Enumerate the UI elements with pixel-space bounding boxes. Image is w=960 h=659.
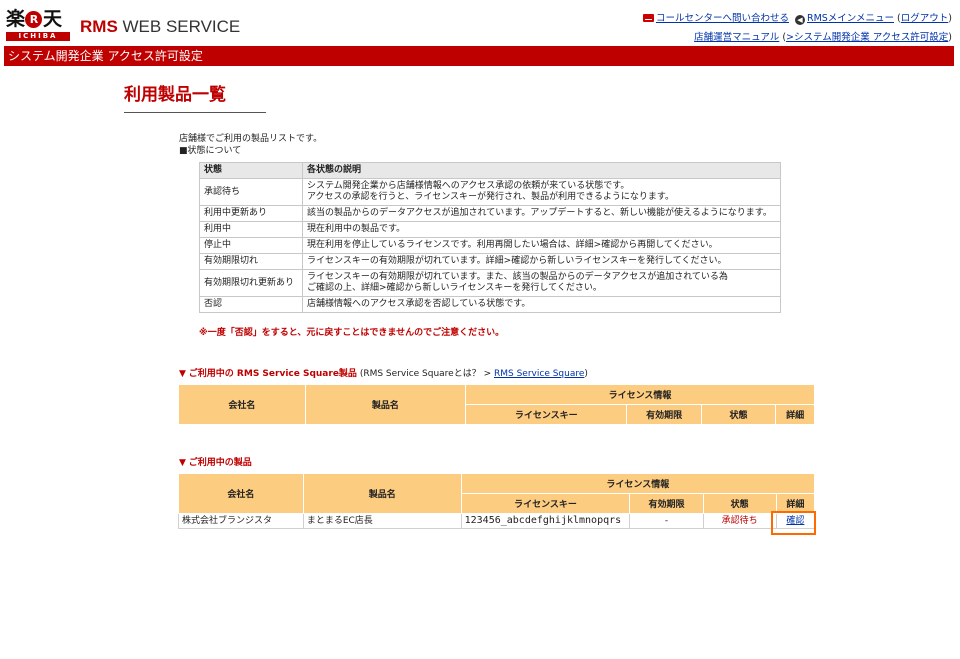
company-col-header: 会社名 bbox=[178, 473, 304, 514]
status-legend-table: 状態 各状態の説明 承認待ち システム開発企業から店舗様情報へのアクセス承認の依… bbox=[199, 162, 781, 313]
table-row: 株式会社ブランジスタ まとまるEC店長 123456_abcdefghijklm… bbox=[178, 513, 816, 529]
status-row: 利用中 現在利用中の製品です。 bbox=[199, 221, 781, 238]
state-col-header: 状態 bbox=[700, 404, 777, 425]
product-col-header: 製品名 bbox=[304, 384, 467, 425]
status-name: 否認 bbox=[199, 296, 303, 313]
triangle-down-icon: ▼ bbox=[179, 458, 186, 468]
rss-section-label: ご利用中の RMS Service Square製品 bbox=[188, 369, 357, 379]
status-description: ライセンスキーの有効期限が切れています。詳細>確認から新しいライセンスキーを発行… bbox=[302, 253, 781, 270]
description-col-header: 各状態の説明 bbox=[302, 162, 781, 179]
status-name: 有効期限切れ bbox=[199, 253, 303, 270]
expiry-value: - bbox=[629, 513, 704, 529]
status-col-header: 状態 bbox=[199, 162, 303, 179]
logo-ichiba-label: ICHIBA bbox=[6, 32, 70, 41]
status-row: 承認待ち システム開発企業から店舗様情報へのアクセス承認の依頼が来ている状態です… bbox=[199, 178, 781, 206]
intro-line-2: ■状態について bbox=[179, 146, 242, 156]
logout-link[interactable]: ログアウト bbox=[901, 13, 949, 24]
intro-line-1: 店舗様でご利用の製品リストです。 bbox=[179, 134, 323, 144]
license-info-header: ライセンス情報 bbox=[465, 384, 815, 405]
status-row: 利用中更新あり 該当の製品からのデータアクセスが追加されています。アップデートす… bbox=[199, 205, 781, 222]
intro-text: 店舗様でご利用の製品リストです。 ■状態について bbox=[179, 133, 322, 157]
state-col-header: 状態 bbox=[702, 493, 777, 514]
status-header-row: 状態 各状態の説明 bbox=[199, 162, 781, 179]
detail-col-header: 詳細 bbox=[775, 404, 815, 425]
call-center-link[interactable]: コールセンターへ問い合わせる bbox=[656, 13, 789, 24]
status-description: ライセンスキーの有効期限が切れています。また、該当の製品からのデータアクセスが追… bbox=[302, 269, 781, 297]
mail-icon bbox=[642, 14, 654, 22]
products-section-label: ご利用中の製品 bbox=[188, 458, 252, 468]
rss-products-heading: ▼ ご利用中の RMS Service Square製品 (RMS Servic… bbox=[179, 369, 588, 379]
status-description: 該当の製品からのデータアクセスが追加されています。アップデートすると、新しい機能… bbox=[302, 205, 781, 222]
company-name: 株式会社ブランジスタ bbox=[178, 513, 304, 529]
status-row: 有効期限切れ ライセンスキーの有効期限が切れています。詳細>確認から新しいライセ… bbox=[199, 253, 781, 270]
status-name: 承認待ち bbox=[199, 178, 303, 206]
company-col-header: 会社名 bbox=[178, 384, 306, 425]
confirm-highlight-box bbox=[771, 511, 816, 535]
products-in-use-heading: ▼ ご利用中の製品 bbox=[179, 455, 252, 468]
expiry-col-header: 有効期限 bbox=[626, 404, 702, 425]
status-description: システム開発企業から店舗様情報へのアクセス承認の依頼が来ている状態です。 アクセス… bbox=[302, 178, 781, 206]
rms-main-menu-link[interactable]: RMSメインメニュー bbox=[807, 13, 894, 24]
status-row: 有効期限切れ更新あり ライセンスキーの有効期限が切れています。また、該当の製品か… bbox=[199, 269, 781, 297]
store-manual-link[interactable]: 店舗運営マニュアル bbox=[694, 32, 779, 43]
rakuten-ichiba-logo[interactable]: 楽R天 ICHIBA bbox=[6, 7, 70, 41]
product-col-header: 製品名 bbox=[302, 473, 462, 514]
rms-web-service-title: RMS WEB SERVICE bbox=[80, 17, 241, 36]
header: 楽R天 ICHIBA RMS WEB SERVICE コールセンターへ問い合わせ… bbox=[0, 0, 960, 46]
triangle-down-icon: ▼ bbox=[179, 369, 186, 379]
status-description: 現在利用中の製品です。 bbox=[302, 221, 781, 238]
page-title: 利用製品一覧 bbox=[124, 85, 226, 105]
rms-service-square-link[interactable]: RMS Service Square bbox=[494, 369, 584, 379]
rss-products-table: 会社名 製品名 ライセンス情報 ライセンスキー 有効期限 状態 詳細 bbox=[178, 384, 815, 425]
product-name: まとまるEC店長 bbox=[302, 513, 462, 529]
reject-warning: ※一度「否認」をすると、元に戻すことはできませんのでご注意ください。 bbox=[199, 328, 505, 338]
logo-kanji: 楽R天 bbox=[6, 8, 62, 30]
status-row: 否認 店舗様情報へのアクセス承認を否認している状態です。 bbox=[199, 296, 781, 313]
state-badge: 承認待ち bbox=[702, 513, 777, 529]
status-name: 有効期限切れ更新あり bbox=[199, 269, 303, 297]
access-permission-link[interactable]: >システム開発企業 アクセス許可設定 bbox=[786, 32, 948, 43]
title-underline bbox=[124, 112, 266, 113]
status-row: 停止中 現在利用を停止しているライセンスです。利用再開したい場合は、詳細>確認か… bbox=[199, 237, 781, 254]
back-arrow-icon: ◀ bbox=[794, 15, 805, 25]
top-links: コールセンターへ問い合わせる ◀ RMSメインメニュー (ログアウト) 店舗運営マニ… bbox=[642, 10, 952, 43]
license-info-header: ライセンス情報 bbox=[460, 473, 816, 494]
status-name: 利用中更新あり bbox=[199, 205, 303, 222]
products-table: 会社名 製品名 ライセンス情報 ライセンスキー 有効期限 状態 詳細 株式会社ブ… bbox=[178, 473, 816, 529]
license-key-col-header: ライセンスキー bbox=[460, 493, 631, 514]
expiry-col-header: 有効期限 bbox=[629, 493, 704, 514]
status-name: 利用中 bbox=[199, 221, 303, 238]
license-key-col-header: ライセンスキー bbox=[465, 404, 628, 425]
status-name: 停止中 bbox=[199, 237, 303, 254]
top-links-row2: 店舗運営マニュアル (>システム開発企業 アクセス許可設定) bbox=[694, 32, 952, 43]
section-title-bar: システム開発企業 アクセス許可設定 bbox=[4, 46, 954, 66]
license-key-value: 123456_abcdefghijklmnopqrs bbox=[460, 513, 631, 529]
logo-r-circle: R bbox=[25, 11, 43, 28]
status-description: 現在利用を停止しているライセンスです。利用再開したい場合は、詳細>確認から再開し… bbox=[302, 237, 781, 254]
status-description: 店舗様情報へのアクセス承認を否認している状態です。 bbox=[302, 296, 781, 313]
